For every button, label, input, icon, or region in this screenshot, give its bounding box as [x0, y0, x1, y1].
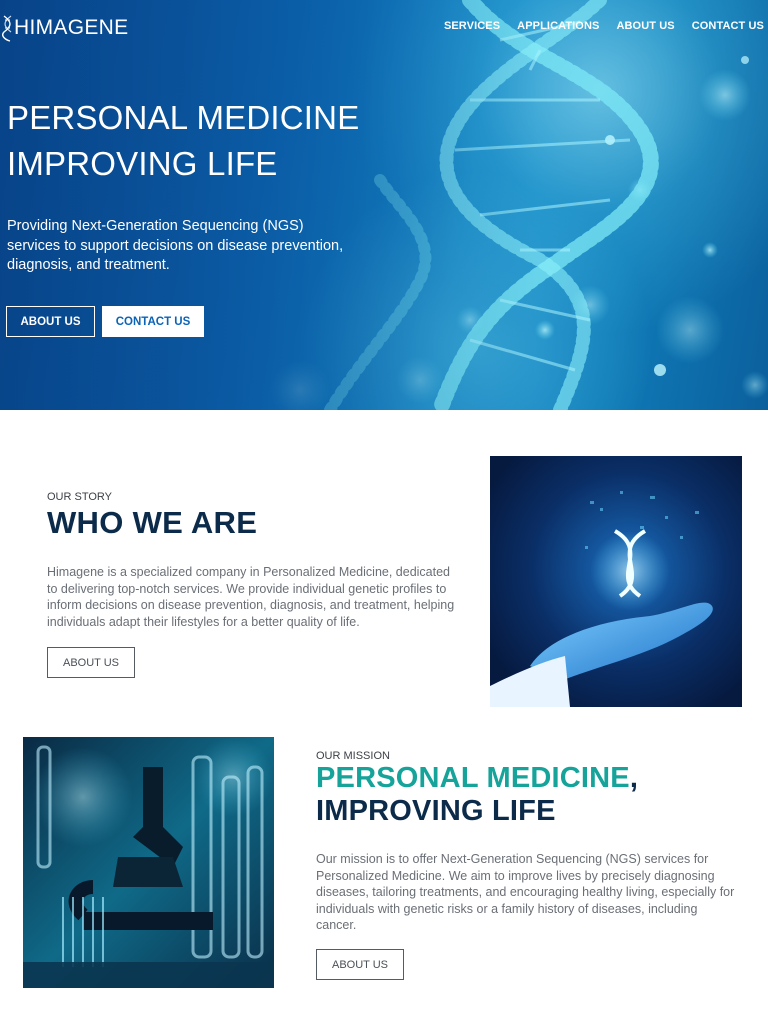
- mission-about-us-button[interactable]: ABOUT US: [316, 949, 404, 980]
- mission-title-comma: ,: [629, 762, 639, 794]
- hero-about-us-button[interactable]: ABOUT US: [6, 306, 95, 337]
- gloved-hand-dna-image: [490, 456, 742, 707]
- nav-about-us[interactable]: ABOUT US: [616, 20, 674, 32]
- nav-contact-us[interactable]: CONTACT US: [692, 20, 764, 32]
- mission-title-accent: PERSONAL MEDICINE: [316, 762, 630, 794]
- mission-title-rest: IMPROVING LIFE: [316, 795, 556, 827]
- dna-helix-logo-icon: [2, 15, 12, 42]
- story-eyebrow: OUR STORY: [47, 491, 112, 503]
- main-nav: SERVICES APPLICATIONS ABOUT US CONTACT U…: [444, 20, 764, 32]
- mission-text: Our mission is to offer Next-Generation …: [316, 852, 735, 933]
- story-about-us-button[interactable]: ABOUT US: [47, 647, 135, 678]
- logo-text: HIMAGENE: [14, 16, 129, 39]
- hero-section: HIMAGENE SERVICES APPLICATIONS ABOUT US …: [0, 0, 768, 410]
- hero-title-line-2: IMPROVING LIFE: [7, 145, 278, 182]
- nav-applications[interactable]: APPLICATIONS: [517, 20, 599, 32]
- story-text: Himagene is a specialized company in Per…: [47, 565, 455, 629]
- hero-contact-us-button[interactable]: CONTACT US: [102, 306, 204, 337]
- hero-title-line-1: PERSONAL MEDICINE: [7, 99, 360, 136]
- mission-title: PERSONAL MEDICINE, IMPROVING LIFE: [316, 762, 638, 828]
- site-logo[interactable]: HIMAGENE: [2, 14, 128, 42]
- hero-title: PERSONAL MEDICINE IMPROVING LIFE: [7, 95, 359, 187]
- lab-microscope-image: [23, 737, 274, 988]
- hero-subtitle: Providing Next-Generation Sequencing (NG…: [7, 218, 344, 273]
- nav-services[interactable]: SERVICES: [444, 20, 500, 32]
- mission-eyebrow: OUR MISSION: [316, 750, 390, 762]
- hero-overlay: [0, 0, 768, 410]
- story-title: WHO WE ARE: [47, 505, 258, 540]
